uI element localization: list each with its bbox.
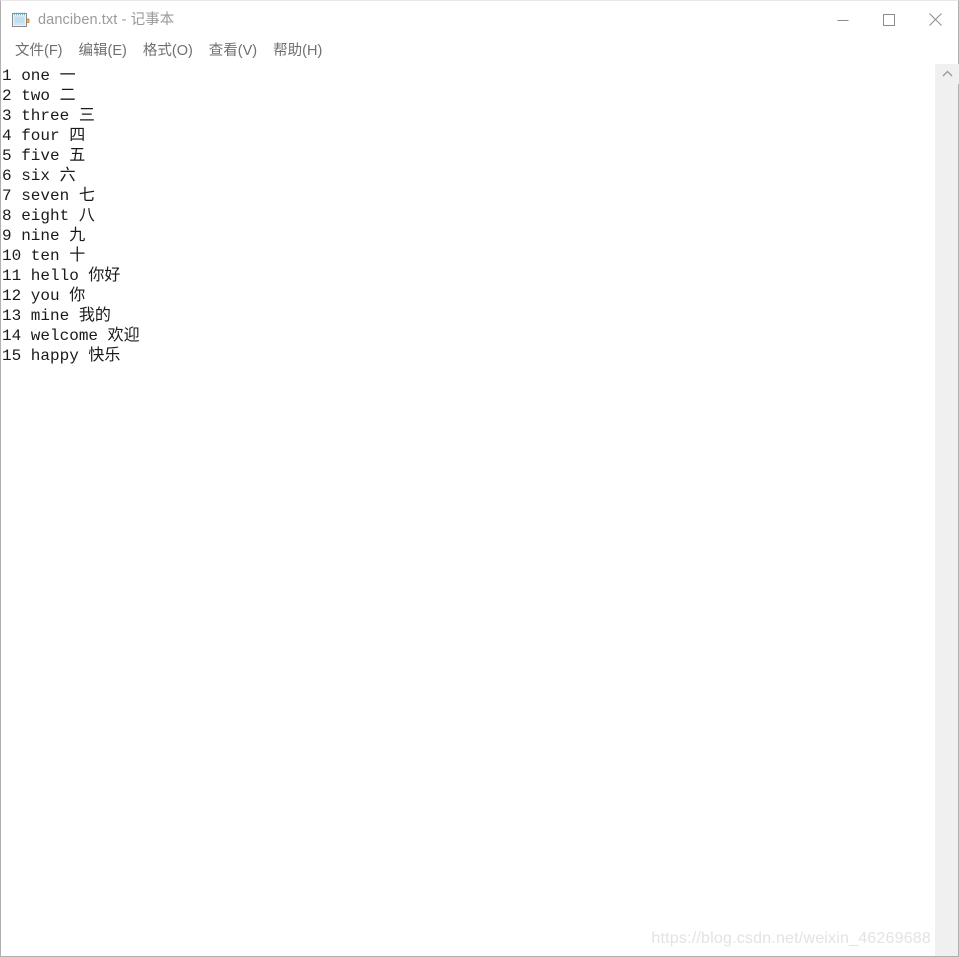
close-button[interactable] (912, 1, 958, 38)
text-line: 15 happy 快乐 (2, 347, 121, 365)
notepad-window: danciben.txt - 记事本 文件(F) 编辑(E) 格式(O) 查看(… (0, 0, 959, 957)
vertical-scrollbar[interactable] (934, 64, 959, 956)
notepad-icon (10, 10, 30, 30)
text-line: 11 hello 你好 (2, 267, 121, 285)
watermark-text: https://blog.csdn.net/weixin_46269688 (651, 930, 931, 947)
menu-item-view[interactable]: 查看(V) (201, 41, 265, 61)
window-controls (820, 1, 958, 38)
text-line: 10 ten 十 (2, 247, 86, 265)
text-line: 2 two 二 (2, 87, 76, 105)
text-editor[interactable]: 1 one 一 2 two 二 3 three 三 4 four 四 5 fiv… (1, 64, 934, 956)
text-line: 8 eight 八 (2, 207, 95, 225)
minimize-icon (837, 19, 849, 21)
text-line: 5 five 五 (2, 147, 86, 165)
maximize-button[interactable] (866, 1, 912, 38)
menu-bar: 文件(F) 编辑(E) 格式(O) 查看(V) 帮助(H) (1, 38, 958, 63)
text-line: 14 welcome 欢迎 (2, 327, 140, 345)
menu-item-edit[interactable]: 编辑(E) (71, 41, 135, 61)
scroll-up-button[interactable] (935, 64, 959, 84)
text-line: 4 four 四 (2, 127, 86, 145)
menu-item-format[interactable]: 格式(O) (135, 41, 201, 61)
window-title: danciben.txt - 记事本 (38, 11, 175, 28)
menu-item-help[interactable]: 帮助(H) (265, 41, 330, 61)
chevron-up-icon (942, 70, 952, 77)
maximize-icon (883, 13, 895, 26)
menu-item-file[interactable]: 文件(F) (7, 41, 71, 61)
text-line: 13 mine 我的 (2, 307, 111, 325)
text-line: 6 six 六 (2, 167, 76, 185)
text-line: 9 nine 九 (2, 227, 86, 245)
text-line: 7 seven 七 (2, 187, 95, 205)
text-line: 3 three 三 (2, 107, 95, 125)
editor-area: 1 one 一 2 two 二 3 three 三 4 four 四 5 fiv… (1, 64, 959, 956)
close-icon (928, 13, 942, 26)
title-bar: danciben.txt - 记事本 (1, 1, 958, 38)
text-line: 12 you 你 (2, 287, 86, 305)
minimize-button[interactable] (820, 1, 866, 38)
text-line: 1 one 一 (2, 67, 76, 85)
